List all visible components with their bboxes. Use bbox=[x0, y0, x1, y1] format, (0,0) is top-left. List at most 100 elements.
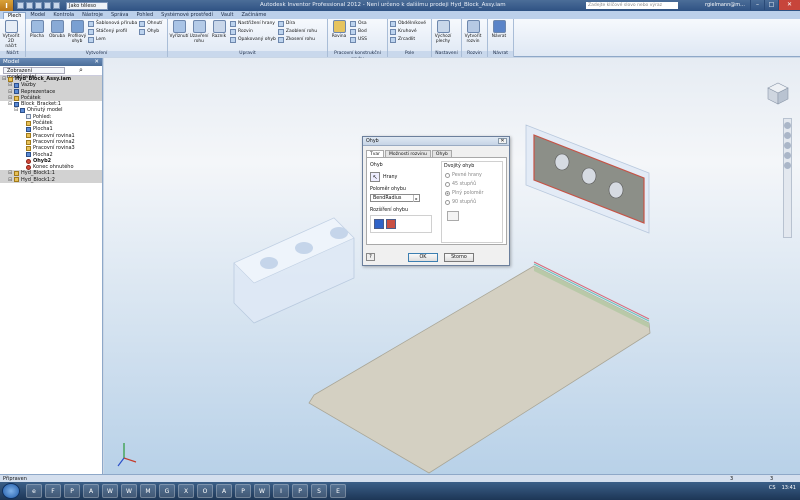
lofted-flange-button[interactable]: Šablonová příruba bbox=[88, 20, 137, 27]
help-icon[interactable]: ? bbox=[366, 253, 375, 261]
tab-6[interactable]: Systémové prostředí bbox=[157, 12, 217, 19]
refold-button[interactable]: Opakovaný ohyb bbox=[230, 36, 276, 43]
extend-aligned-alt-button[interactable] bbox=[386, 219, 396, 229]
maximize-icon[interactable]: □ bbox=[764, 0, 778, 10]
corner-chamfer-button[interactable]: Zkosení rohu bbox=[277, 36, 317, 43]
chevron-right-icon[interactable]: ▸ bbox=[413, 195, 419, 202]
tab-8[interactable]: Začínáme bbox=[237, 12, 270, 19]
expand-icon[interactable]: ⊟ bbox=[2, 76, 7, 82]
language-indicator[interactable]: CS bbox=[769, 485, 776, 491]
tab-1[interactable]: Model bbox=[26, 12, 49, 19]
rip-button[interactable]: Nastřižení hrany bbox=[230, 20, 276, 27]
zoom-icon[interactable] bbox=[784, 142, 791, 149]
feature-icon bbox=[26, 145, 31, 151]
flip-fixed-edge-button[interactable] bbox=[447, 211, 459, 221]
graphics-viewport[interactable] bbox=[104, 58, 800, 474]
taskbar-app[interactable]: W bbox=[102, 484, 118, 498]
application-menu-button[interactable]: I bbox=[0, 0, 14, 11]
model-tree: ⊟ Hyd_Block_Assy.iam ⊟ Vazby ⊟ Reprezentace ⊟ P… bbox=[0, 76, 102, 184]
circular-pattern-button[interactable]: Kruhové bbox=[390, 28, 426, 35]
corner-round-button[interactable]: Zaoblení rohu bbox=[277, 28, 317, 35]
expand-icon[interactable]: ⊟ bbox=[14, 107, 19, 113]
tab-4[interactable]: Správa bbox=[107, 12, 133, 19]
hole-button[interactable]: Díra bbox=[277, 20, 317, 27]
tab-5[interactable]: Pohled bbox=[132, 12, 157, 19]
ok-button[interactable]: OK bbox=[408, 253, 438, 262]
title-bar: I Jako těleso Autodesk Inventor Professi… bbox=[0, 0, 800, 11]
flat-sheet[interactable] bbox=[308, 265, 651, 474]
taskbar-app[interactable]: F bbox=[45, 484, 61, 498]
redo-icon[interactable] bbox=[53, 2, 60, 9]
taskbar-app[interactable]: E bbox=[330, 484, 346, 498]
block-hole bbox=[330, 227, 348, 239]
close-icon[interactable]: ✕ bbox=[94, 58, 99, 66]
user-account[interactable]: rgielmann@m... bbox=[705, 2, 745, 8]
pan-icon[interactable] bbox=[784, 132, 791, 139]
close-icon[interactable]: ✕ bbox=[778, 0, 800, 10]
work-axis-button[interactable]: Osa bbox=[350, 20, 367, 27]
tab-shape[interactable]: Tvar bbox=[366, 150, 385, 157]
taskbar-app[interactable]: A bbox=[83, 484, 99, 498]
taskbar-app[interactable]: P bbox=[64, 484, 80, 498]
viewcube[interactable] bbox=[762, 78, 792, 108]
close-icon[interactable]: ✕ bbox=[498, 138, 507, 144]
taskbar-app[interactable]: S bbox=[311, 484, 327, 498]
edges-select-button[interactable]: ↖ bbox=[370, 172, 380, 182]
taskbar-app[interactable]: O bbox=[197, 484, 213, 498]
taskbar-app[interactable]: P bbox=[292, 484, 308, 498]
contour-roll-button[interactable]: Stáčený profil bbox=[88, 28, 137, 35]
appearance-select[interactable]: Jako těleso bbox=[66, 1, 108, 10]
browser-view-dropdown[interactable]: Zobrazení modelování bbox=[3, 67, 65, 80]
navigation-bar bbox=[783, 118, 792, 238]
radio-90-degree[interactable]: 90 stupňů bbox=[445, 200, 502, 205]
start-button[interactable] bbox=[2, 483, 20, 499]
bend-radius-combo[interactable]: BendRadius ▸ bbox=[370, 194, 420, 202]
orbit-icon[interactable] bbox=[784, 152, 791, 159]
work-point-button[interactable]: Bod bbox=[350, 28, 367, 35]
fold-button[interactable]: Ohnutí bbox=[139, 20, 162, 27]
tab-bend[interactable]: Ohyb bbox=[431, 150, 452, 157]
rectangular-pattern-button[interactable]: Obdélníkové bbox=[390, 20, 426, 27]
tab-7[interactable]: Vault bbox=[217, 12, 238, 19]
open-icon[interactable] bbox=[26, 2, 33, 9]
radio-45-degree[interactable]: 45 stupňů bbox=[445, 182, 502, 187]
taskbar-app[interactable]: W bbox=[121, 484, 137, 498]
tree-node[interactable]: ⊟ Hyd_Block1:2 bbox=[0, 176, 102, 184]
taskbar-app[interactable]: I bbox=[273, 484, 289, 498]
ucs-button[interactable]: USS bbox=[350, 36, 367, 43]
mirror-button[interactable]: Zrcadlit bbox=[390, 36, 426, 43]
extend-align-button[interactable] bbox=[374, 219, 384, 229]
find-icon[interactable]: ⌕ bbox=[79, 66, 83, 75]
taskbar-app[interactable]: A bbox=[216, 484, 232, 498]
help-search-input[interactable]: Zadejte klíčové slovo nebo výraz bbox=[586, 2, 678, 9]
model-scene[interactable] bbox=[104, 58, 800, 474]
tab-3[interactable]: Nástroje bbox=[78, 12, 107, 19]
tab-0[interactable]: Plech bbox=[3, 12, 27, 19]
edges-label: Hrany bbox=[383, 174, 398, 180]
radio-full-radius[interactable]: Plný poloměr bbox=[445, 191, 502, 196]
expand-icon[interactable]: ⊟ bbox=[8, 101, 13, 107]
unfold-button[interactable]: Rozvin bbox=[230, 28, 276, 35]
taskbar-app[interactable]: X bbox=[178, 484, 194, 498]
hem-button[interactable]: Lem bbox=[88, 36, 137, 43]
tab-2[interactable]: Kontrola bbox=[49, 12, 78, 19]
tab-unfold-options[interactable]: Možnosti rozvinu bbox=[385, 150, 431, 157]
hole-icon bbox=[277, 20, 284, 27]
taskbar-app[interactable]: e bbox=[26, 484, 42, 498]
save-icon[interactable] bbox=[35, 2, 42, 9]
taskbar-app[interactable]: M bbox=[140, 484, 156, 498]
taskbar-app[interactable]: W bbox=[254, 484, 270, 498]
taskbar-app[interactable]: G bbox=[159, 484, 175, 498]
steering-wheel-icon[interactable] bbox=[784, 122, 791, 129]
radio-fixed-edges[interactable]: Pevné hrany bbox=[445, 173, 502, 178]
minimize-icon[interactable]: – bbox=[750, 0, 764, 10]
bend-button[interactable]: Ohyb bbox=[139, 28, 162, 35]
taskbar-app[interactable]: P bbox=[235, 484, 251, 498]
new-icon[interactable] bbox=[17, 2, 24, 9]
bend-group-label: Ohyb bbox=[370, 163, 383, 168]
expand-icon[interactable]: ⊟ bbox=[8, 177, 13, 183]
look-at-icon[interactable] bbox=[784, 162, 791, 169]
clock[interactable]: 13:41 bbox=[782, 485, 796, 491]
cancel-button[interactable]: Storno bbox=[444, 253, 474, 262]
undo-icon[interactable] bbox=[44, 2, 51, 9]
